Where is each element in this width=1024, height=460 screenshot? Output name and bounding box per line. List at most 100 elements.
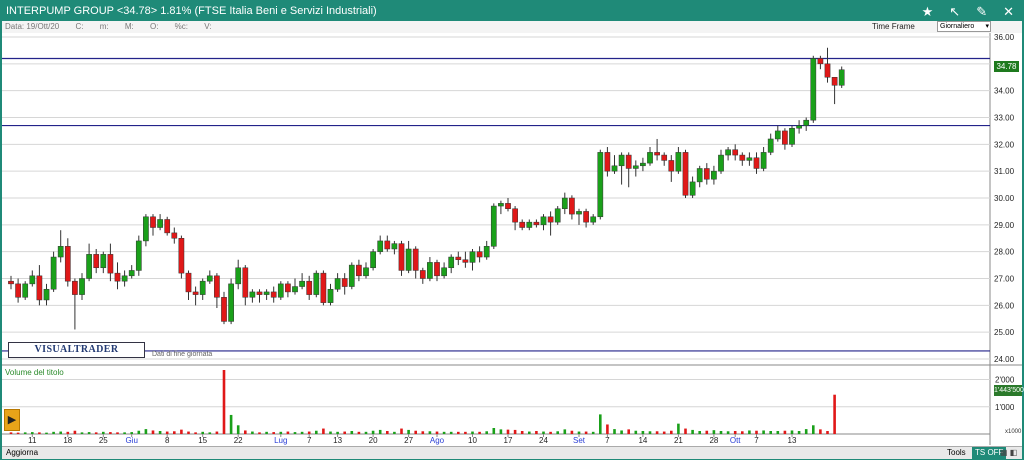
volume-bar [662, 431, 666, 434]
volume-bar [677, 423, 680, 434]
volume-bar [797, 431, 801, 434]
candle-body [498, 203, 504, 207]
price-tick-label: 32.00 [994, 140, 1015, 149]
volume-bar [492, 428, 496, 434]
candle-body [29, 275, 36, 285]
volume-bar [187, 431, 190, 434]
time-tick-label: 25 [99, 436, 108, 445]
volume-bar [698, 431, 701, 434]
price-tick-label: 27.00 [994, 275, 1015, 284]
volume-bar [258, 432, 261, 434]
volume-bar [428, 431, 432, 434]
candle-body [604, 152, 611, 172]
candle-body [469, 251, 476, 263]
volume-bar [719, 431, 723, 434]
candle-body [569, 197, 575, 215]
volume-bar [485, 431, 488, 434]
volume-bar [506, 429, 510, 434]
candle-body [767, 138, 774, 153]
min-readout: m: [99, 22, 109, 31]
candle-body [774, 130, 781, 140]
candle-body [597, 152, 604, 218]
volume-bar [94, 432, 98, 434]
volume-bar [180, 429, 183, 434]
chart-background [2, 33, 1022, 445]
volume-bar [279, 431, 283, 434]
volume-bar [684, 428, 687, 434]
tools-button[interactable]: Tools [947, 447, 966, 459]
volume-bar [634, 430, 638, 434]
candle-body [249, 291, 256, 298]
time-tick-label: 27 [404, 436, 413, 445]
volume-bar [535, 431, 538, 434]
volume-bar [66, 431, 70, 434]
play-icon: ▶ [7, 414, 17, 426]
grid-icon[interactable]: ▦ ◧ [1000, 447, 1017, 459]
volume-bar [769, 431, 772, 434]
candle-body [540, 216, 547, 226]
volume-bar [755, 430, 758, 434]
volume-bar [9, 432, 13, 434]
candle-body [57, 246, 64, 258]
star-icon[interactable]: ★ [922, 2, 934, 21]
price-tick-label: 31.00 [994, 167, 1015, 176]
volume-bar [833, 394, 836, 434]
candle-body [533, 221, 540, 226]
timeframe-value: Giornaliero [940, 23, 975, 30]
time-tick-label: 13 [788, 436, 797, 445]
volume-bar [748, 430, 751, 434]
time-tick-label: 14 [638, 436, 647, 445]
candle-body [256, 291, 263, 295]
candle-body [206, 275, 213, 282]
price-tick-label: 24.00 [994, 355, 1015, 364]
volume-bar [591, 431, 595, 434]
volume-bar [435, 431, 439, 434]
volume-tick-label: 2'000 [995, 376, 1015, 385]
candle-body [72, 280, 78, 295]
candle-body [419, 270, 426, 279]
window-titlebar: INTERPUMP GROUP <34.78> 1.81% (FTSE Ital… [2, 2, 1022, 21]
volume-bar [293, 432, 297, 434]
volume-bar [272, 432, 275, 434]
time-tick-label: Lug [274, 436, 287, 445]
update-button[interactable]: Aggiorna [6, 447, 38, 459]
volume-bar [655, 431, 659, 434]
price-chart[interactable]: 24.00 25.00 26.00 27.00 28.00 29.00 30.00 31.00… [2, 33, 1022, 445]
candle-body [114, 272, 121, 282]
close-readout: C: [75, 22, 84, 31]
candle-body [384, 240, 391, 250]
volume-bar [244, 430, 247, 434]
price-tick-label: 25.00 [994, 328, 1015, 337]
volume-bar [464, 431, 467, 434]
price-tick-label: 28.00 [994, 248, 1015, 257]
candle-body [547, 216, 554, 223]
play-button[interactable]: ▶ [4, 409, 20, 431]
arrow-icon[interactable]: ↖ [949, 2, 960, 21]
volume-bar [641, 431, 645, 434]
candle-body [838, 69, 845, 86]
volume-bar [286, 431, 290, 434]
volume-bar [599, 414, 602, 434]
volume-bar [733, 431, 737, 434]
time-tick-label: 21 [674, 436, 683, 445]
volume-bar [336, 431, 339, 434]
wrench-icon[interactable]: ✎ [976, 2, 987, 21]
close-icon[interactable]: ✕ [1003, 2, 1014, 21]
price-tick-label: 29.00 [994, 221, 1015, 230]
volume-bar [670, 430, 673, 434]
volume-bar [343, 431, 346, 434]
volume-bar [151, 430, 155, 434]
volume-bar [819, 429, 822, 434]
volume-scale-label: x1000 [1005, 429, 1022, 435]
candle-body [235, 267, 242, 285]
time-tick-label: 7 [605, 436, 610, 445]
time-tick-label: 13 [333, 436, 342, 445]
volume-bar [627, 429, 630, 434]
price-tick-label: 30.00 [994, 194, 1015, 203]
volume-bar [215, 431, 219, 434]
volume-bar [165, 431, 169, 434]
volume-bar [80, 432, 84, 434]
candle-body [164, 219, 171, 234]
time-tick-label: 15 [198, 436, 207, 445]
timeframe-select[interactable]: Giornaliero ▾ [937, 21, 991, 32]
